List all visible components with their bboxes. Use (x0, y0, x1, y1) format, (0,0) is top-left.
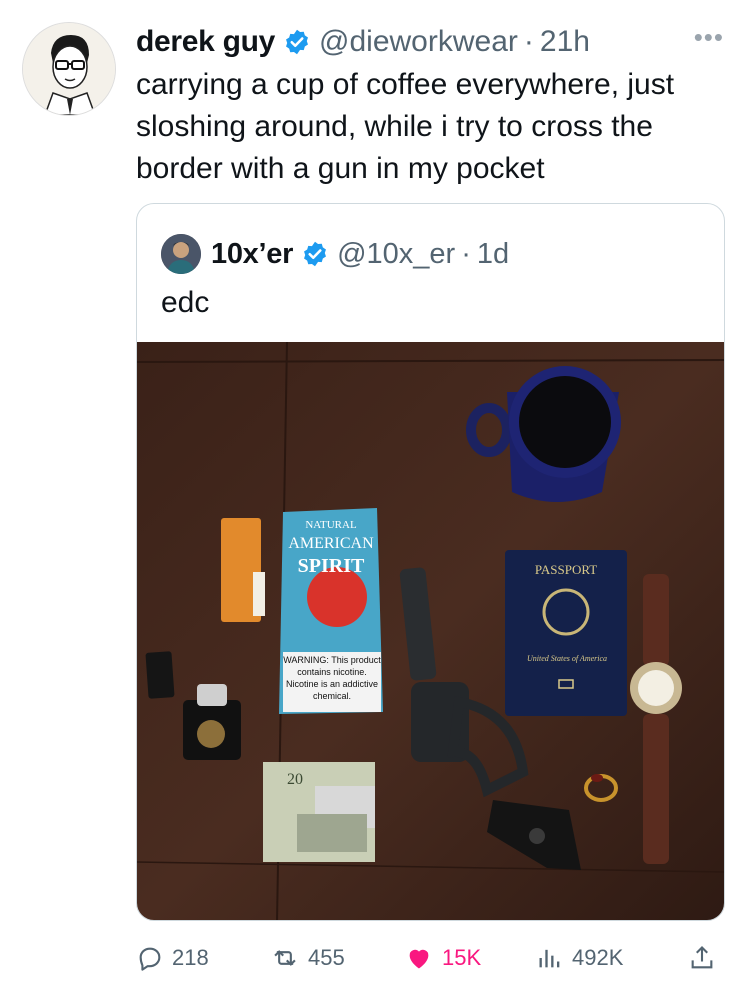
more-icon[interactable]: ••• (694, 22, 724, 53)
views-icon (539, 949, 560, 968)
verified-badge-icon (286, 29, 308, 55)
money-clip: 20 (263, 762, 375, 862)
retweet-button[interactable]: 455 (270, 944, 345, 972)
share-button[interactable] (688, 944, 724, 972)
tweet-header: derek guy @dieworkwear · 21h ••• (136, 20, 730, 64)
tweet-text: carrying a cup of coffee everywhere, jus… (136, 68, 675, 185)
verified-badge-icon (304, 241, 327, 267)
quote-photo[interactable]: NATURAL AMERICAN SPIRIT WARNING: This pr… (137, 342, 725, 921)
passport: PASSPORT United States of America (505, 550, 627, 716)
retweet-count: 455 (308, 945, 345, 970)
passport-country: United States of America (526, 654, 608, 663)
matchbook (221, 518, 265, 622)
views-count: 492K (572, 945, 624, 970)
like-count: 15K (442, 945, 482, 970)
banknote-value: 20 (287, 771, 303, 788)
tweet-timestamp[interactable]: 21h (540, 25, 590, 59)
heart-icon (409, 949, 429, 969)
tobacco-pouch: NATURAL AMERICAN SPIRIT WARNING: This pr… (279, 508, 383, 714)
tobacco-warning: WARNING: This product contains nicotine.… (283, 655, 381, 701)
reply-count: 218 (172, 945, 209, 970)
tobacco-brand-mid: AMERICAN (288, 535, 374, 552)
author-name[interactable]: derek guy (136, 25, 275, 59)
reply-icon (139, 947, 161, 971)
quote-header: 10x’er @10x_er · 1d (161, 234, 509, 274)
tobacco-brand-bottom: SPIRIT (298, 555, 365, 577)
quote-author-name[interactable]: 10x’er (211, 238, 293, 271)
quote-author-avatar[interactable] (161, 234, 201, 274)
tobacco-brand-top: NATURAL (305, 519, 357, 531)
separator-dot: · (523, 25, 534, 58)
author-avatar[interactable] (22, 22, 116, 116)
quote-timestamp[interactable]: 1d (477, 238, 509, 271)
quoted-tweet[interactable]: 10x’er @10x_er · 1d edc NATURAL AMERICAN… (136, 203, 725, 921)
reply-button[interactable]: 218 (136, 944, 209, 972)
retweet-icon (274, 950, 296, 966)
separator-dot: · (461, 237, 471, 270)
action-bar: 218 455 15K 492K (136, 938, 726, 978)
author-handle[interactable]: @dieworkwear (319, 25, 518, 59)
share-icon (691, 946, 713, 969)
views-button[interactable]: 492K (536, 944, 623, 972)
quote-text: edc (161, 286, 210, 319)
quote-author-handle[interactable]: @10x_er (337, 238, 455, 271)
like-button[interactable]: 15K (404, 944, 481, 972)
passport-title: PASSPORT (535, 562, 597, 577)
